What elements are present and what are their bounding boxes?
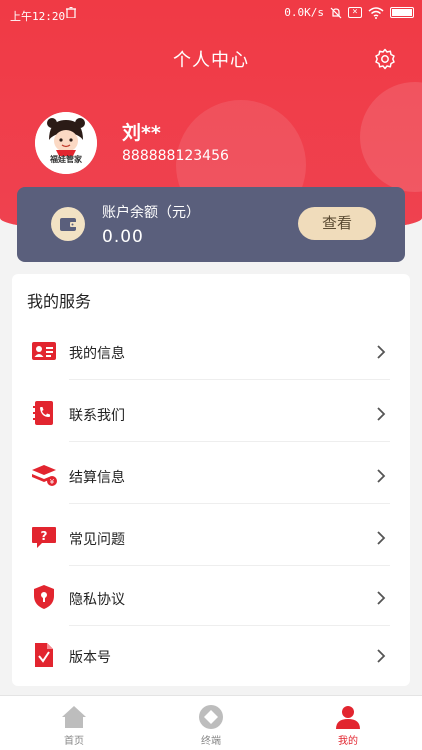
chevron-right-icon (377, 469, 386, 483)
status-time: 上午12:20 (10, 10, 66, 23)
tab-profile[interactable]: 我的 (278, 696, 418, 750)
service-item-my-info[interactable]: 我的信息 (12, 324, 410, 380)
tab-home[interactable]: 首页 (4, 696, 144, 750)
service-item-faq[interactable]: ? 常见问题 (12, 510, 410, 566)
id-card-icon (32, 342, 56, 360)
view-balance-button[interactable]: 查看 (298, 207, 376, 240)
profile-icon (336, 706, 360, 729)
svg-text:?: ? (41, 529, 48, 543)
service-label: 常见问题 (69, 532, 125, 548)
balance-label: 账户余额（元） (102, 205, 200, 221)
divider (69, 441, 390, 442)
service-label: 版本号 (69, 650, 111, 666)
divider (69, 503, 390, 504)
tab-terminal[interactable]: 终端 (141, 696, 281, 750)
tab-label: 我的 (338, 736, 358, 747)
divider (69, 565, 390, 566)
user-phone: 888888123456 (122, 148, 229, 164)
avatar[interactable]: 福娃管家 (35, 112, 97, 174)
wallet-icon (51, 207, 85, 241)
service-label: 我的信息 (69, 346, 125, 362)
chevron-right-icon (377, 531, 386, 545)
balance-value: 0.00 (102, 227, 144, 247)
tab-label: 终端 (201, 736, 221, 747)
version-doc-icon (35, 643, 53, 667)
divider (69, 625, 390, 626)
phone-book-icon (33, 401, 53, 425)
trash-icon (66, 7, 76, 18)
chevron-right-icon (377, 407, 386, 421)
page-title: 个人中心 (173, 50, 249, 71)
service-item-contact-us[interactable]: 联系我们 (12, 386, 410, 442)
no-sim-icon: × (348, 7, 362, 18)
settlement-icon: ¥ (32, 465, 57, 486)
user-name: 刘** (122, 122, 161, 144)
divider (69, 379, 390, 380)
bell-off-icon (330, 7, 342, 18)
service-item-version[interactable]: 版本号 (12, 628, 410, 684)
service-item-settlement[interactable]: ¥ 结算信息 (12, 448, 410, 504)
chevron-right-icon (377, 591, 386, 605)
home-icon (62, 706, 86, 728)
balance-card: 账户余额（元） 0.00 查看 (17, 187, 405, 262)
terminal-icon (199, 705, 223, 729)
service-label: 结算信息 (69, 470, 125, 486)
service-label: 联系我们 (69, 408, 125, 424)
chevron-right-icon (377, 649, 386, 663)
service-label: 隐私协议 (69, 592, 125, 608)
question-bubble-icon: ? (32, 527, 56, 548)
wifi-icon (368, 6, 384, 19)
network-speed: 0.0K/s (284, 6, 324, 19)
services-panel: 我的服务 我的信息 联系我们 ¥ 结算信息 ? 常见问题 隐私协议 版本号 (12, 274, 410, 686)
shield-lock-icon (34, 585, 54, 609)
gear-icon[interactable] (374, 48, 396, 70)
decor-circle (360, 82, 422, 192)
service-item-privacy[interactable]: 隐私协议 (12, 570, 410, 626)
tab-label: 首页 (64, 736, 84, 747)
chevron-right-icon (377, 345, 386, 359)
avatar-brand-text: 福娃管家 (50, 155, 82, 164)
services-title: 我的服务 (27, 292, 92, 311)
svg-text:¥: ¥ (50, 478, 55, 486)
bottom-tab-bar: 首页 终端 我的 (0, 695, 422, 750)
status-bar: 上午12:20 0.0K/s × (0, 0, 422, 30)
battery-icon (390, 7, 414, 18)
